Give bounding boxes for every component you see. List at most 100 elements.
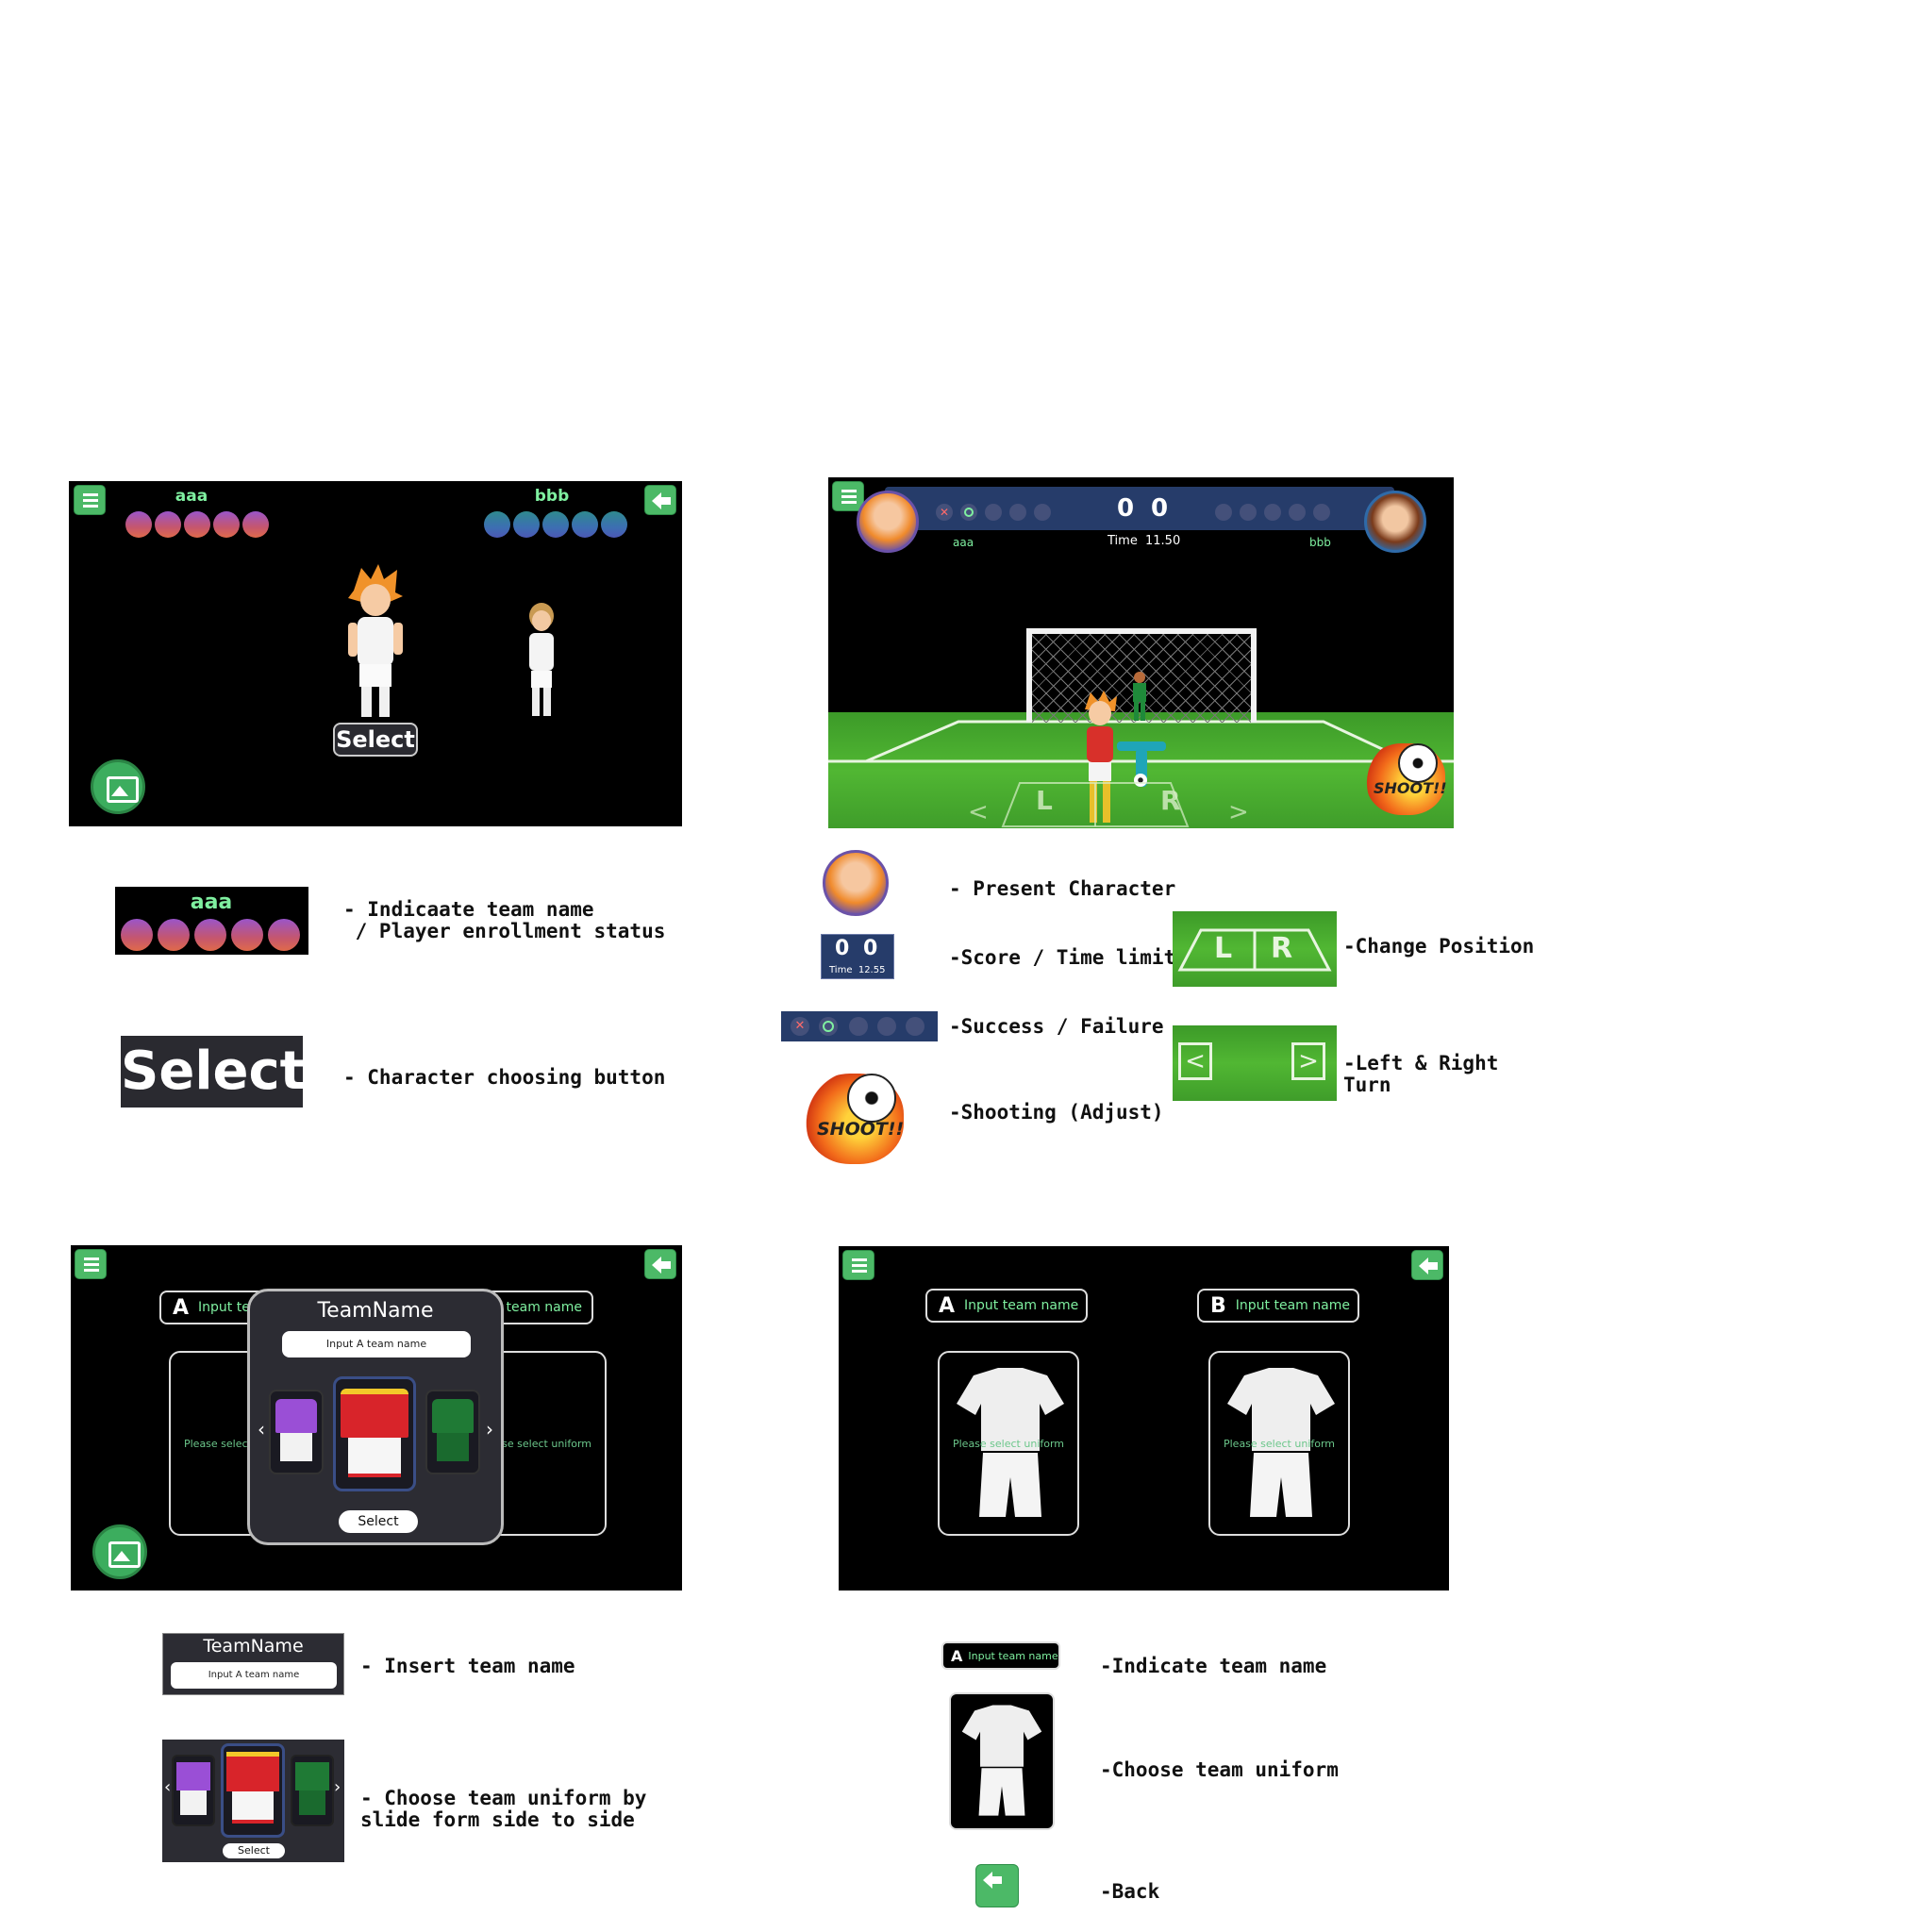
legend-indicate-desc: -Indicate team name bbox=[1100, 1655, 1327, 1677]
enrollment-dot bbox=[184, 511, 210, 538]
legend-teamname-input: Input A team name bbox=[171, 1662, 337, 1689]
uniform-card-a[interactable]: Please select uniform bbox=[938, 1351, 1079, 1536]
legend-select-sample: Select bbox=[121, 1036, 305, 1108]
goalkeeper bbox=[1133, 672, 1146, 721]
white-uniform-icon bbox=[961, 1705, 1042, 1816]
fail-mark-icon: ✕ bbox=[936, 504, 953, 521]
uniform-option-red[interactable] bbox=[333, 1376, 416, 1491]
enrollment-dot bbox=[158, 919, 190, 951]
shoot-label: SHOOT!! bbox=[1374, 779, 1447, 797]
enrollment-dot bbox=[121, 919, 153, 951]
enrollment-dot bbox=[242, 511, 269, 538]
legend-teamname-title: TeamName bbox=[203, 1636, 304, 1657]
legend-shoot-sample: SHOOT!! bbox=[806, 1074, 904, 1164]
uniform-prev-icon: ‹ bbox=[164, 1777, 172, 1797]
position-left-label[interactable]: L bbox=[1036, 785, 1053, 816]
team-a-placeholder: Input team name bbox=[964, 1298, 1079, 1313]
select-button[interactable]: Select bbox=[333, 723, 418, 757]
legend-present-character-avatar bbox=[823, 850, 889, 916]
shoot-label: SHOOT!! bbox=[817, 1119, 905, 1140]
enrollment-dot bbox=[155, 511, 181, 538]
legend-back-icon bbox=[975, 1864, 1019, 1907]
legend-score-b: 0 bbox=[863, 937, 878, 960]
legend-score-a: 0 bbox=[835, 937, 850, 960]
team-a-name: aaa bbox=[175, 487, 208, 506]
success-mark-icon bbox=[960, 504, 977, 521]
menu-icon[interactable] bbox=[842, 1250, 874, 1280]
empty-shot-dot bbox=[877, 1017, 896, 1036]
legend-turn-sample: < > bbox=[1173, 1025, 1337, 1101]
legend-back-desc: -Back bbox=[1100, 1880, 1160, 1903]
uniform-option-red bbox=[221, 1743, 285, 1838]
modal-select-button[interactable]: Select bbox=[339, 1510, 418, 1533]
menu-icon[interactable] bbox=[75, 1249, 107, 1279]
shoot-button[interactable]: SHOOT!! bbox=[1366, 743, 1447, 815]
team-a-name-box[interactable]: A Input team name bbox=[925, 1289, 1088, 1323]
score-b: 0 bbox=[1151, 494, 1169, 523]
uniform-option-green[interactable] bbox=[425, 1390, 480, 1474]
back-icon[interactable] bbox=[644, 485, 676, 515]
team-name-input[interactable]: Input A team name bbox=[282, 1331, 471, 1357]
enrollment-dot bbox=[231, 919, 263, 951]
uniform-option-purple[interactable] bbox=[269, 1390, 324, 1474]
gallery-icon[interactable] bbox=[91, 759, 145, 814]
empty-shot-dot bbox=[1313, 504, 1330, 521]
penalty-game-screen: L R < > SHOOT!! ✕ 0 0 Time 11.50 aaa bbb bbox=[828, 477, 1454, 828]
turn-left-icon: < bbox=[1178, 1042, 1212, 1080]
soccer-ball-icon bbox=[1398, 743, 1438, 783]
back-icon[interactable] bbox=[644, 1249, 676, 1279]
position-right-label[interactable]: R bbox=[1160, 785, 1181, 816]
empty-shot-dot bbox=[906, 1017, 924, 1036]
turn-right-icon[interactable]: > bbox=[1228, 798, 1249, 826]
modal-title: TeamName bbox=[317, 1299, 434, 1323]
uniform-prev-icon[interactable]: ‹ bbox=[258, 1418, 265, 1441]
team-b-enrollment-dots bbox=[484, 511, 627, 538]
uniform-card-b[interactable]: Please select uniform bbox=[1208, 1351, 1350, 1536]
character-select-screen: aaa bbb Select bbox=[69, 481, 682, 826]
gallery-icon[interactable] bbox=[92, 1524, 147, 1579]
legend-change-position-desc: -Change Position bbox=[1343, 935, 1535, 958]
enrollment-dot bbox=[484, 511, 510, 538]
legend-right-label: R bbox=[1271, 932, 1293, 965]
legend-enrollment-dots bbox=[121, 919, 300, 951]
uniform-option-green bbox=[291, 1755, 334, 1826]
character-brown-hair[interactable] bbox=[520, 599, 563, 722]
legend-team-status-sample: aaa bbox=[115, 887, 308, 955]
legend-team-status-desc: - Indicaate team name / Player enrollmen… bbox=[343, 898, 666, 942]
player-b-avatar bbox=[1364, 491, 1426, 553]
enrollment-dot bbox=[601, 511, 627, 538]
character-orange-hair[interactable] bbox=[342, 564, 408, 724]
uniform-next-icon: › bbox=[334, 1777, 341, 1797]
team-b-placeholder: Input team name bbox=[1235, 1298, 1350, 1313]
legend-score-sample: 0 0 Time 12.55 bbox=[821, 934, 894, 979]
soccer-ball-icon bbox=[847, 1074, 896, 1123]
legend-success-desc: -Success / Failure bbox=[949, 1015, 1164, 1038]
back-icon[interactable] bbox=[1411, 1250, 1443, 1280]
player-a-avatar bbox=[857, 491, 919, 553]
empty-shot-dot bbox=[1264, 504, 1281, 521]
legend-left-right-desc: -Left & Right Turn bbox=[1343, 1052, 1499, 1096]
enrollment-dot bbox=[513, 511, 540, 538]
uniform-next-icon[interactable]: › bbox=[486, 1418, 493, 1441]
empty-shot-dot bbox=[1215, 504, 1232, 521]
team-b-letter: B bbox=[1210, 1293, 1226, 1318]
enrollment-dot bbox=[542, 511, 569, 538]
legend-indicate-sample: A Input team name bbox=[941, 1641, 1060, 1670]
enrollment-dot bbox=[268, 919, 300, 951]
empty-shot-dot bbox=[849, 1017, 868, 1036]
legend-uniform-slide-desc: - Choose team uniform by slide form side… bbox=[360, 1787, 647, 1831]
empty-shot-dot bbox=[1240, 504, 1257, 521]
team-b-name-box[interactable]: B Input team name bbox=[1197, 1289, 1359, 1323]
legend-choose-uniform-sample bbox=[949, 1692, 1055, 1830]
success-mark-icon bbox=[819, 1017, 838, 1036]
time-value: 11.50 bbox=[1145, 534, 1181, 548]
score-a: 0 bbox=[1117, 494, 1135, 523]
team-a-letter: A bbox=[939, 1293, 956, 1318]
legend-change-position-sample: L R bbox=[1173, 911, 1337, 987]
legend-indicate-letter: A bbox=[951, 1646, 963, 1665]
turn-left-icon[interactable]: < bbox=[968, 798, 989, 826]
team-b-name: bbb bbox=[534, 487, 570, 506]
menu-icon[interactable] bbox=[74, 485, 106, 515]
legend-select-desc: - Character choosing button bbox=[343, 1066, 666, 1089]
uniform-hint: Please select uniform bbox=[1223, 1438, 1336, 1450]
